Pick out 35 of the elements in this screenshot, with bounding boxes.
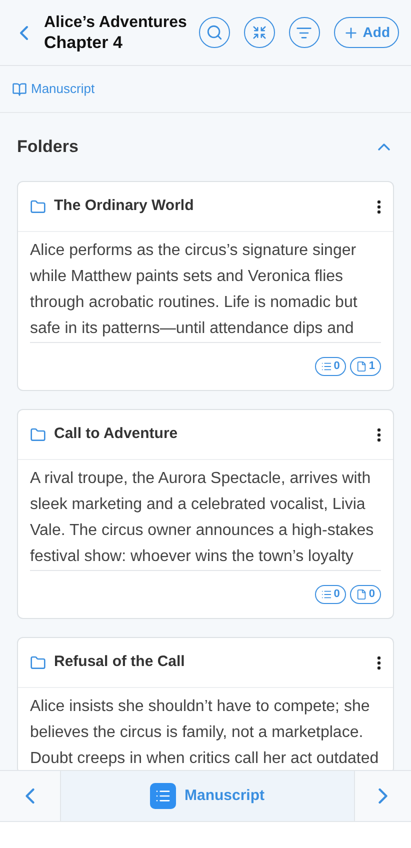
more-icon [377, 200, 381, 214]
folder-title: Refusal of the Call [54, 652, 186, 672]
list-icon [150, 783, 176, 809]
book-icon [12, 82, 27, 96]
chapter-title: Chapter 4 [44, 32, 124, 52]
plus-icon [342, 24, 359, 40]
breadcrumb-link[interactable]: Manuscript [31, 79, 95, 99]
more-button[interactable] [377, 200, 381, 214]
collapse-icon [252, 25, 267, 40]
collapse-button[interactable] [244, 17, 275, 48]
filter-button[interactable] [288, 17, 320, 48]
list-count-badge: 0 [314, 357, 346, 376]
page-count-badge: 0 [350, 585, 381, 604]
folder-title: Call to Adventure [54, 424, 179, 444]
more-icon [377, 428, 381, 442]
folder-title: The Ordinary World [54, 196, 195, 216]
more-button[interactable] [377, 428, 381, 442]
page-count-badge: 1 [350, 357, 381, 376]
filter-icon [296, 24, 312, 40]
page-icon [356, 589, 367, 600]
more-button[interactable] [377, 656, 381, 670]
folder-summary: Alice performs as the circus’s signature singer while Matthew paints sets and Veronica flies through acrobatic routines. Life is nomadic but safe in its patterns—until attendance dips and [30, 238, 381, 343]
book-title: Alice’s Adventures [44, 12, 188, 32]
folder-icon [30, 426, 46, 442]
folder-summary: A rival troupe, the Aurora Spectacle, arrives with sleek marketing and a celebrated vocalist, Livia Vale. The circus owner announces a high-stakes festival show: whoever wins the town’s loyalty [30, 466, 381, 571]
list-count-badge: 0 [314, 585, 346, 604]
folder-icon [30, 654, 46, 670]
section-title: Folders [17, 136, 78, 158]
more-icon [377, 656, 381, 670]
page-icon [356, 361, 367, 372]
folder-icon [30, 198, 46, 214]
search-icon [206, 24, 223, 41]
add-button[interactable]: Add [334, 17, 399, 48]
search-button[interactable] [198, 17, 230, 48]
manuscript-tab[interactable]: Manuscript [60, 771, 355, 821]
